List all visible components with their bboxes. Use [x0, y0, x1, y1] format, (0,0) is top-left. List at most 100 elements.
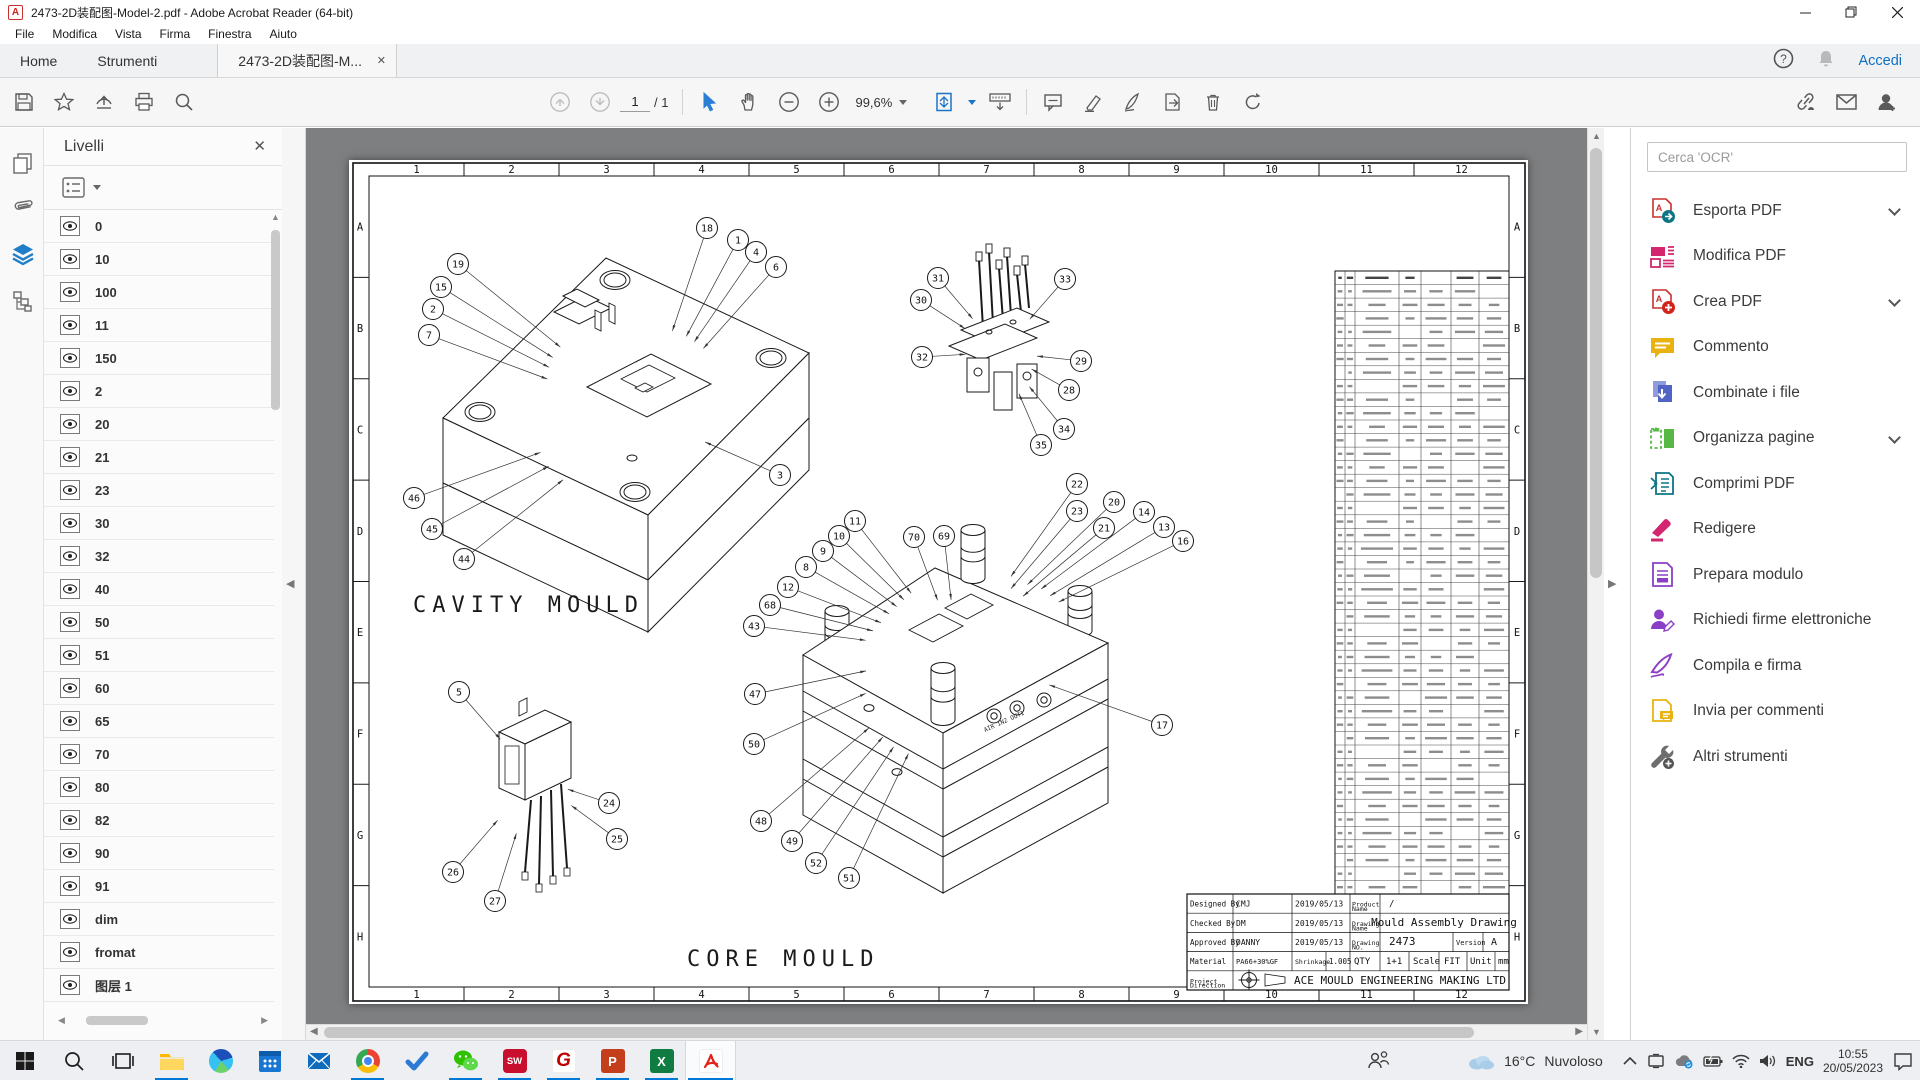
layer-options-dropdown-icon[interactable]: [93, 185, 101, 190]
document-horizontal-scrollbar[interactable]: ◀▶: [306, 1024, 1587, 1040]
layer-label[interactable]: 20: [95, 417, 109, 432]
taskbar-excel-button[interactable]: X: [637, 1041, 686, 1080]
layer-label[interactable]: 60: [95, 681, 109, 696]
tab-strumenti[interactable]: Strumenti: [77, 44, 177, 77]
next-page-icon[interactable]: [580, 82, 620, 122]
page-thumbnails-icon[interactable]: [10, 150, 36, 176]
taskbar-solidworks-button[interactable]: SW: [490, 1041, 539, 1080]
taskbar-mail-button[interactable]: [294, 1041, 343, 1080]
taskbar-clock[interactable]: 10:55 20/05/2023: [1823, 1047, 1883, 1075]
sign-pen-icon[interactable]: [1113, 82, 1153, 122]
layer-label[interactable]: dim: [95, 912, 118, 927]
comment-icon[interactable]: [1033, 82, 1073, 122]
chevron-down-icon[interactable]: [1888, 431, 1901, 444]
layer-visibility-eye-icon[interactable]: [60, 315, 80, 335]
send-email-icon[interactable]: [1826, 82, 1866, 122]
layer-label[interactable]: 100: [95, 285, 117, 300]
layers-horizontal-scrollbar[interactable]: ◀▶: [58, 1016, 268, 1026]
tool-item-commento[interactable]: Commento: [1631, 325, 1920, 371]
layer-visibility-eye-icon[interactable]: [60, 612, 80, 632]
layer-options-icon[interactable]: [62, 176, 86, 200]
favorite-star-icon[interactable]: [44, 82, 84, 122]
menu-aiuto[interactable]: Aiuto: [261, 25, 306, 43]
tab-home[interactable]: Home: [0, 44, 77, 77]
layer-label[interactable]: 50: [95, 615, 109, 630]
tool-item-compila-firma[interactable]: Compila e firma: [1631, 643, 1920, 689]
layers-panel-close-icon[interactable]: ✕: [253, 137, 266, 155]
menu-finestra[interactable]: Finestra: [199, 25, 260, 43]
fit-page-icon[interactable]: [924, 82, 964, 122]
layer-label[interactable]: 90: [95, 846, 109, 861]
layer-visibility-eye-icon[interactable]: [60, 447, 80, 467]
tab-close-icon[interactable]: ✕: [377, 54, 386, 67]
layer-visibility-eye-icon[interactable]: [60, 744, 80, 764]
layers-panel-icon[interactable]: [10, 241, 36, 267]
tool-item-comprimi-pdf[interactable]: Comprimi PDF: [1631, 461, 1920, 507]
onedrive-icon[interactable]: [1674, 1054, 1694, 1069]
layer-visibility-eye-icon[interactable]: [60, 645, 80, 665]
layer-visibility-eye-icon[interactable]: [60, 909, 80, 929]
highlight-icon[interactable]: [1073, 82, 1113, 122]
weather-icon[interactable]: [1465, 1051, 1495, 1071]
taskbar-wechat-button[interactable]: [441, 1041, 490, 1080]
layer-visibility-eye-icon[interactable]: [60, 348, 80, 368]
tool-item-combinate-file[interactable]: Combinate i file: [1631, 370, 1920, 416]
chevron-down-icon[interactable]: [1888, 203, 1901, 216]
menu-file[interactable]: File: [6, 25, 43, 43]
layer-visibility-eye-icon[interactable]: [60, 216, 80, 236]
share-icon[interactable]: [84, 82, 124, 122]
tool-item-richiedi-firme[interactable]: Richiedi firme elettroniche: [1631, 598, 1920, 644]
layer-label[interactable]: 0: [95, 219, 102, 234]
layer-visibility-eye-icon[interactable]: [60, 480, 80, 500]
print-icon[interactable]: [124, 82, 164, 122]
tool-item-redigere[interactable]: Redigere: [1631, 507, 1920, 553]
help-icon[interactable]: ?: [1773, 48, 1794, 74]
tool-item-organizza-pagine[interactable]: Organizza pagine: [1631, 416, 1920, 462]
layer-label[interactable]: fromat: [95, 945, 135, 960]
layer-label[interactable]: 91: [95, 879, 109, 894]
taskbar-chrome-button[interactable]: [343, 1041, 392, 1080]
layer-visibility-eye-icon[interactable]: [60, 282, 80, 302]
layer-label[interactable]: 150: [95, 351, 117, 366]
language-indicator[interactable]: ENG: [1786, 1054, 1814, 1069]
tool-item-invia-commenti[interactable]: Invia per commenti: [1631, 689, 1920, 735]
tool-item-prepara-modulo[interactable]: Prepara modulo: [1631, 552, 1920, 598]
layer-label[interactable]: 65: [95, 714, 109, 729]
taskbar-people-icon[interactable]: [1366, 1049, 1392, 1076]
tool-item-crea-pdf[interactable]: ACrea PDF: [1631, 279, 1920, 325]
rotate-pages-icon[interactable]: [1233, 82, 1273, 122]
taskbar-powerpoint-button[interactable]: P: [588, 1041, 637, 1080]
layer-label[interactable]: 21: [95, 450, 109, 465]
pdf-page[interactable]: 112233445566778899101011111212AABBCCDDEE…: [349, 160, 1528, 1004]
taskbar-file-explorer-button[interactable]: [147, 1041, 196, 1080]
export-pages-icon[interactable]: [1153, 82, 1193, 122]
action-center-icon[interactable]: [1892, 1051, 1914, 1071]
notifications-bell-icon[interactable]: [1816, 49, 1836, 74]
layer-label[interactable]: 70: [95, 747, 109, 762]
layer-visibility-eye-icon[interactable]: [60, 546, 80, 566]
layer-visibility-eye-icon[interactable]: [60, 579, 80, 599]
wifi-icon[interactable]: [1732, 1054, 1750, 1068]
document-area[interactable]: 112233445566778899101011111212AABBCCDDEE…: [306, 128, 1587, 1040]
previous-page-icon[interactable]: [540, 82, 580, 122]
layer-label[interactable]: 23: [95, 483, 109, 498]
layer-label[interactable]: 30: [95, 516, 109, 531]
layer-visibility-eye-icon[interactable]: [60, 711, 80, 731]
layer-label[interactable]: 图层 1: [95, 976, 132, 995]
layer-visibility-eye-icon[interactable]: [60, 876, 80, 896]
select-tool-icon[interactable]: [689, 82, 729, 122]
zoom-out-icon[interactable]: [769, 82, 809, 122]
save-icon[interactable]: [4, 82, 44, 122]
menu-modifica[interactable]: Modifica: [43, 25, 106, 43]
taskbar-calendar-button[interactable]: [245, 1041, 294, 1080]
attachments-icon[interactable]: [10, 195, 36, 221]
zoom-dropdown-icon[interactable]: [899, 100, 907, 105]
signin-button[interactable]: Accedi: [1858, 53, 1902, 69]
chevron-down-icon[interactable]: [1888, 294, 1901, 307]
zoom-in-icon[interactable]: [809, 82, 849, 122]
tray-tablet-icon[interactable]: [1647, 1053, 1665, 1069]
fit-dropdown-icon[interactable]: [968, 100, 976, 105]
taskbar-search-button[interactable]: [49, 1041, 98, 1080]
tools-search-input[interactable]: [1647, 142, 1907, 172]
layer-label[interactable]: 40: [95, 582, 109, 597]
